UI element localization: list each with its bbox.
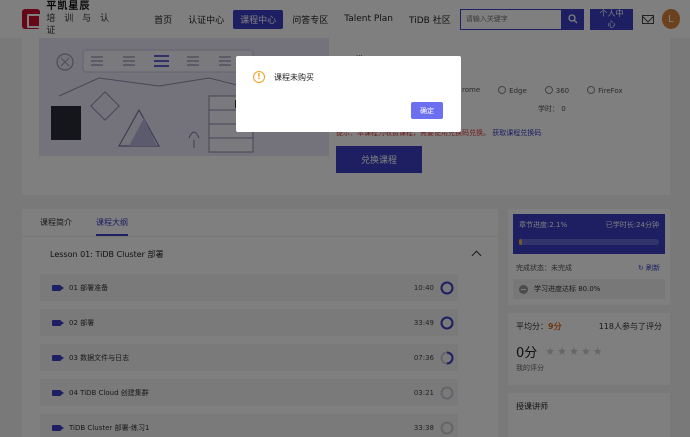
warning-icon: !	[253, 71, 265, 83]
confirm-button[interactable]: 确定	[411, 102, 443, 119]
alert-dialog: ! 课程未购买 确定	[236, 56, 461, 132]
dialog-message: 课程未购买	[274, 73, 314, 82]
